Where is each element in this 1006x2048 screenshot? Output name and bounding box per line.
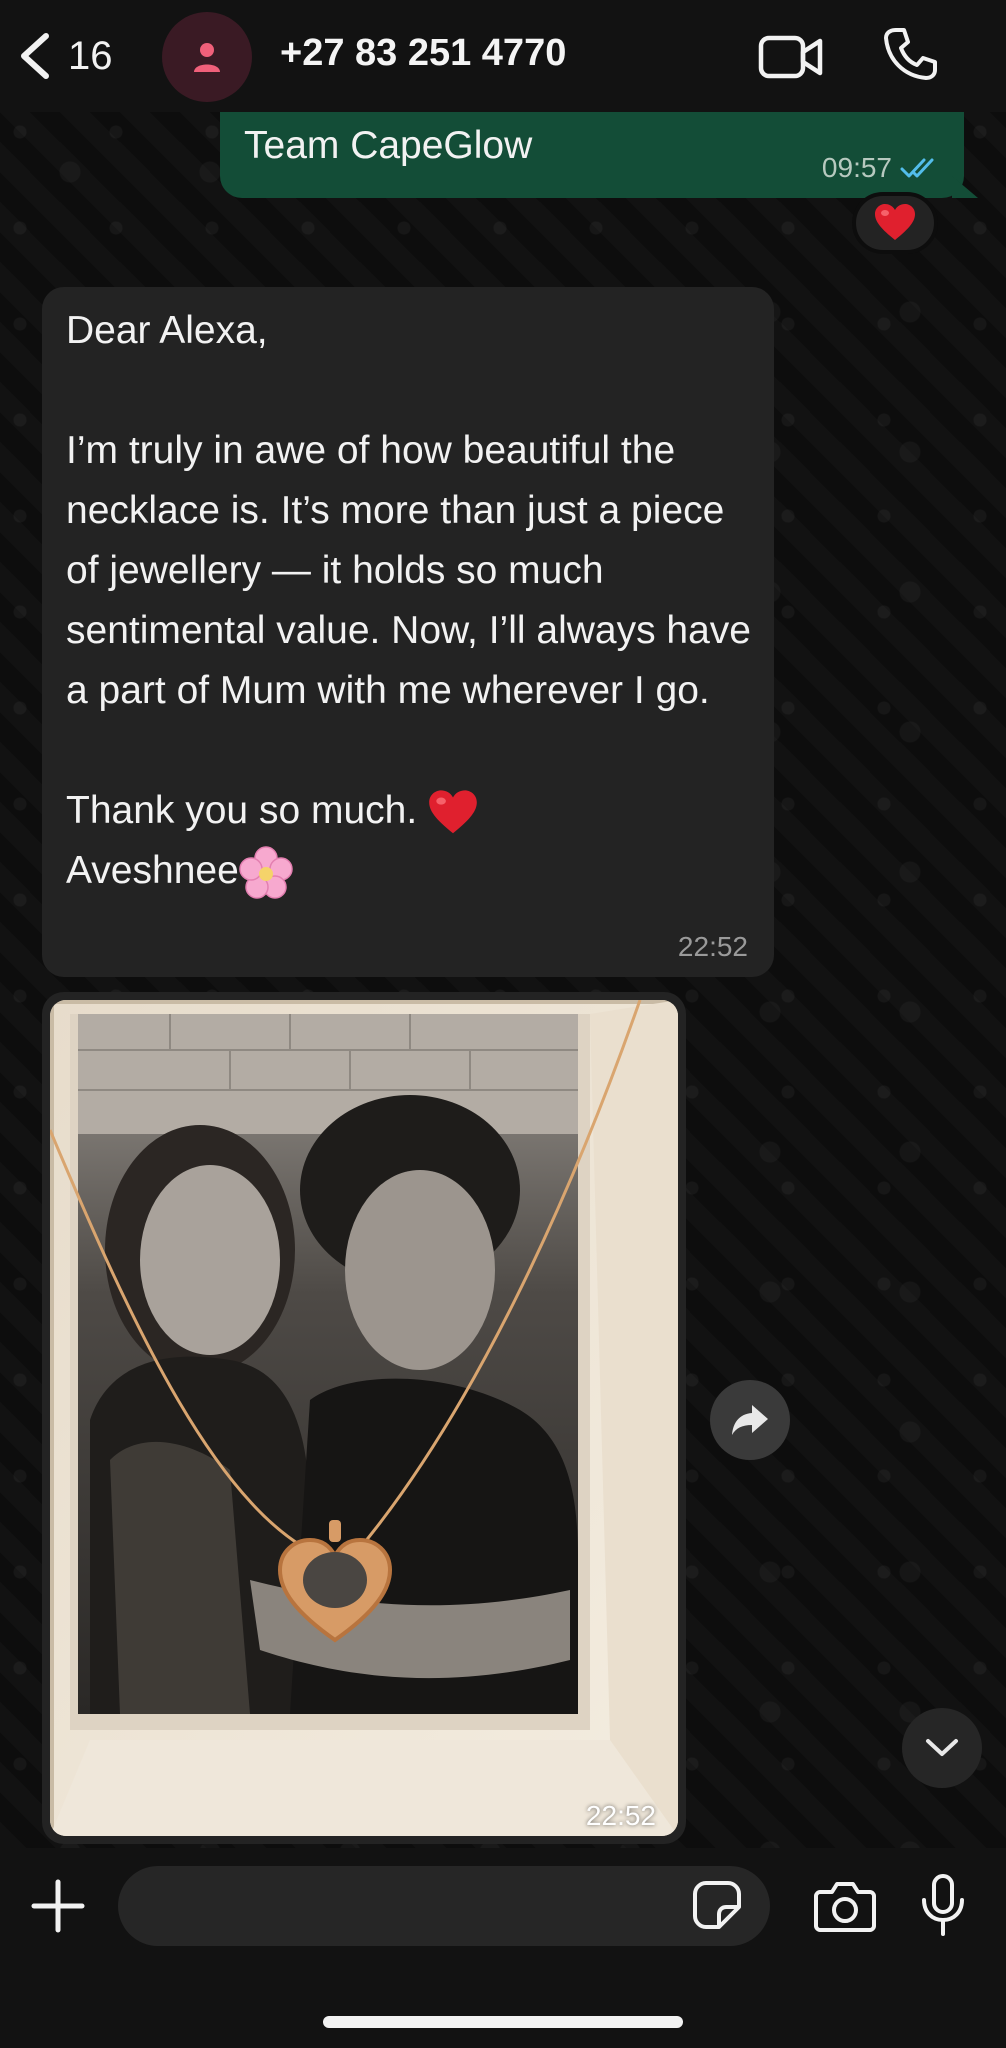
sticker-icon[interactable] xyxy=(692,1880,742,1930)
chevron-down-icon xyxy=(926,1739,958,1756)
person-icon xyxy=(194,43,220,72)
chat-header: 16 +27 83 251 4770 xyxy=(0,0,1006,112)
unread-count: 16 xyxy=(68,33,113,78)
heart-emoji-icon xyxy=(429,790,477,833)
message-timestamp: 22:52 xyxy=(677,931,748,962)
timestamp-text: 09:57 xyxy=(821,152,892,183)
heart-emoji-icon xyxy=(875,204,915,240)
reaction-badge[interactable] xyxy=(852,192,938,254)
message-text: Team CapeGlow xyxy=(244,124,533,167)
double-check-icon xyxy=(900,158,934,178)
video-call-icon[interactable] xyxy=(758,32,824,82)
microphone-icon[interactable] xyxy=(920,1874,966,1936)
incoming-photo-bubble[interactable]: 22:52 xyxy=(42,992,686,1844)
phone-icon[interactable] xyxy=(882,26,938,82)
scroll-to-bottom-button[interactable] xyxy=(902,1708,982,1788)
message-timestamp: 09:57 xyxy=(822,152,940,184)
signature-line: Aveshnee xyxy=(66,849,239,892)
outgoing-message-bubble[interactable]: Team CapeGlow 09:57 xyxy=(220,112,964,198)
photo-timestamp: 22:52 xyxy=(585,1800,656,1831)
forward-arrow-icon xyxy=(732,1405,768,1435)
photo-image[interactable] xyxy=(50,1000,678,1836)
camera-icon[interactable] xyxy=(814,1880,876,1932)
incoming-message-bubble[interactable]: Dear Alexa, I’m truly in awe of how beau… xyxy=(42,287,774,977)
cherry-blossom-emoji-icon xyxy=(239,845,293,899)
forward-button[interactable] xyxy=(710,1380,790,1460)
greeting-line: Dear Alexa, xyxy=(66,309,268,352)
home-indicator[interactable] xyxy=(323,2016,683,2028)
thanks-line: Thank you so much. xyxy=(66,789,429,832)
contact-name[interactable]: +27 83 251 4770 xyxy=(280,32,566,75)
message-input[interactable] xyxy=(118,1866,770,1946)
avatar[interactable] xyxy=(162,12,252,102)
body-paragraph: I’m truly in awe of how beautiful the ne… xyxy=(66,429,762,712)
back-button[interactable]: 16 xyxy=(16,28,113,84)
message-text: Dear Alexa, I’m truly in awe of how beau… xyxy=(66,301,756,901)
chevron-left-icon xyxy=(21,33,49,79)
plus-icon[interactable] xyxy=(30,1878,86,1934)
message-composer xyxy=(0,1848,1006,2048)
